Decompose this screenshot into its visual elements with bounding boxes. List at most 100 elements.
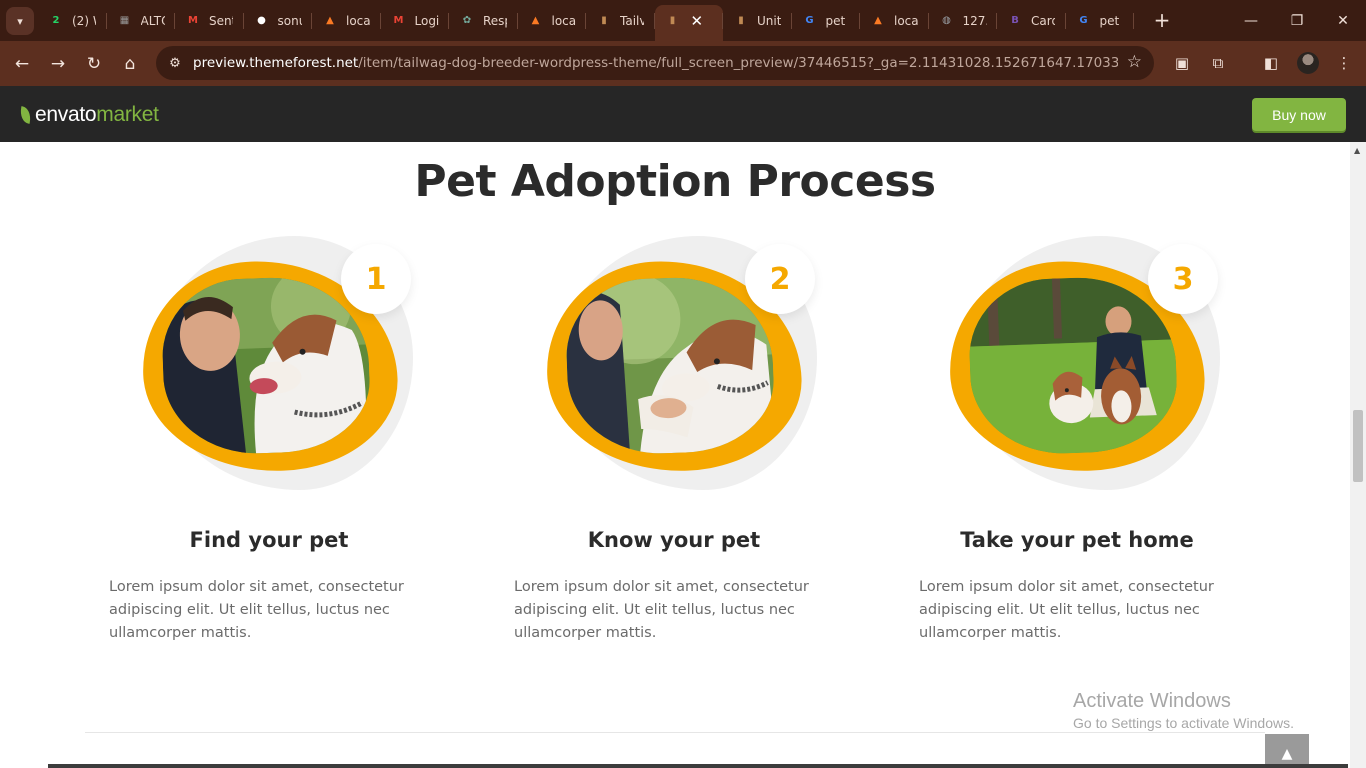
bookmark-star-icon[interactable]: ☆: [1127, 52, 1142, 72]
activate-windows-watermark: Activate Windows Go to Settings to activ…: [1073, 690, 1294, 731]
tab-list: 2 (2) W ▦ ALTO M Sent ● sonu ▲ loca M Logi ✿ Resp ▲ loc…: [38, 0, 1134, 41]
tab-title: Unit: [757, 13, 781, 28]
url-text[interactable]: preview.themeforest.net/item/tailwag-dog…: [193, 55, 1118, 71]
chevron-down-icon: ▾: [17, 14, 23, 28]
site-info-icon[interactable]: ⚙: [166, 54, 184, 72]
browser-tab[interactable]: ✿ Resp: [449, 0, 518, 41]
browser-tab[interactable]: ▲ loca: [860, 0, 929, 41]
browser-tab[interactable]: M Logi: [381, 0, 450, 41]
activate-windows-title: Activate Windows: [1073, 690, 1231, 712]
tab-title: ALTO: [140, 13, 165, 28]
scrollbar-thumb[interactable]: [1353, 410, 1363, 482]
tab-title: sonu: [277, 13, 302, 28]
back-button[interactable]: ←: [7, 49, 37, 79]
extensions-icon[interactable]: ⧉: [1206, 51, 1230, 75]
browser-tab[interactable]: ● sonu: [244, 0, 313, 41]
home-button[interactable]: ⌂: [115, 49, 145, 79]
whatsapp-icon: 2: [52, 15, 60, 26]
screen-cast-icon[interactable]: ▣: [1170, 51, 1194, 75]
page-scrollbar[interactable]: ▲: [1350, 142, 1366, 768]
logo-market-text: market: [96, 103, 159, 126]
xampp-icon: ▲: [326, 15, 334, 26]
browser-tab[interactable]: ▲ loca: [518, 0, 587, 41]
restore-button[interactable]: ❐: [1274, 0, 1320, 41]
reload-icon: ↻: [86, 54, 102, 74]
browser-tab[interactable]: ▮ Unit: [723, 0, 792, 41]
arrow-left-icon: ←: [14, 54, 30, 74]
new-tab-button[interactable]: +: [1150, 8, 1174, 32]
tailwag-icon: ▮: [738, 15, 744, 26]
chevron-up-icon: ▲: [1281, 746, 1293, 762]
google-icon: G: [805, 15, 814, 26]
close-tab-icon[interactable]: ✕: [691, 12, 704, 30]
envato-leaf-icon: [18, 106, 33, 124]
minimize-icon: —: [1244, 12, 1258, 29]
tab-title: Resp: [483, 13, 507, 28]
menu-kebab-icon[interactable]: ⋮: [1332, 51, 1356, 75]
step-number-badge: 3: [1148, 244, 1218, 314]
step-title: Take your pet home: [960, 528, 1194, 552]
step-card-1: 1 Find your pet Lorem ipsum dolor sit am…: [109, 232, 483, 652]
gmail-icon: M: [393, 15, 404, 26]
browser-tab[interactable]: ◍ 127.: [929, 0, 998, 41]
browser-tab[interactable]: 2 (2) W: [38, 0, 107, 41]
forward-button[interactable]: →: [43, 49, 73, 79]
tab-title: pet: [825, 13, 846, 28]
tab-title: loca: [551, 13, 576, 28]
tab-title: 127.: [962, 13, 987, 28]
step-card-3: 3 Take your pet home Lorem ipsum dolor s…: [919, 232, 1290, 652]
browser-tab[interactable]: M Sent: [175, 0, 244, 41]
step-description: Lorem ipsum dolor sit amet, consectetur …: [514, 579, 809, 641]
xampp-icon: ▲: [531, 15, 540, 26]
browser-tab[interactable]: Gpet: [1066, 0, 1135, 41]
tab-title: loca: [346, 13, 370, 28]
close-icon: ✕: [1337, 12, 1349, 29]
browser-tab[interactable]: ▦ ALTO: [107, 0, 176, 41]
github-icon: ●: [257, 15, 266, 26]
scroll-up-arrow-icon[interactable]: ▲: [1354, 146, 1360, 155]
tab-search-button[interactable]: ▾: [6, 7, 34, 35]
step-description: Lorem ipsum dolor sit amet, consectetur …: [919, 579, 1214, 641]
restore-icon: ❐: [1290, 12, 1304, 29]
profile-avatar[interactable]: [1297, 52, 1319, 74]
browser-tab-strip: ▾ 2 (2) W ▦ ALTO M Sent ● sonu ▲ loca M Logi ✿ Resp ▲ l…: [0, 0, 1366, 41]
step-title: Know your pet: [587, 528, 761, 552]
globe-icon: ◍: [942, 15, 951, 26]
step-title: Find your pet: [189, 528, 349, 552]
side-panel-icon[interactable]: ◧: [1259, 51, 1283, 75]
browser-tab[interactable]: Gpet: [792, 0, 861, 41]
activate-windows-subtitle: Go to Settings to activate Windows.: [1073, 715, 1294, 731]
home-icon: ⌂: [124, 54, 136, 74]
page-content: Pet Adoption Process 1 Find your pet Lor…: [0, 142, 1350, 768]
reload-button[interactable]: ↻: [79, 49, 109, 79]
browser-tab[interactable]: ▮ Tailv: [586, 0, 655, 41]
xampp-icon: ▲: [874, 15, 882, 26]
browser-toolbar: ← → ↻ ⌂ ⚙ preview.themeforest.net/item/t…: [0, 41, 1366, 86]
envato-logo[interactable]: envato market: [18, 103, 159, 127]
plus-icon: +: [1153, 8, 1171, 32]
google-icon: G: [1079, 15, 1088, 26]
step-number-badge: 2: [745, 244, 815, 314]
address-bar[interactable]: ⚙ preview.themeforest.net/item/tailwag-d…: [156, 46, 1154, 80]
close-window-button[interactable]: ✕: [1320, 0, 1366, 41]
tab-title: loca: [894, 13, 918, 28]
step-number-badge: 1: [341, 244, 411, 314]
step-description: Lorem ipsum dolor sit amet, consectetur …: [109, 579, 404, 641]
scroll-to-top-button[interactable]: ▲: [1265, 734, 1309, 768]
gmail-icon: M: [188, 15, 198, 26]
bootstrap-icon: B: [1011, 15, 1019, 26]
minimize-button[interactable]: —: [1228, 0, 1274, 41]
tab-title: pet: [1099, 13, 1120, 28]
tab-title: Logi: [414, 13, 439, 28]
tailwag-icon: ▮: [669, 15, 676, 26]
tailwag-icon: ▮: [601, 15, 607, 26]
browser-tab[interactable]: B Card: [997, 0, 1066, 41]
bottom-edge-bar: [48, 764, 1348, 768]
browser-tab[interactable]: ▮ ✕: [654, 0, 723, 41]
buy-now-button[interactable]: Buy now: [1252, 98, 1346, 131]
tab-title: (2) W: [72, 13, 96, 28]
tab-title: Card: [1031, 13, 1055, 28]
tab-title: Tailv: [620, 13, 644, 28]
envato-bar: envato market: [0, 86, 1366, 142]
browser-tab[interactable]: ▲ loca: [312, 0, 381, 41]
